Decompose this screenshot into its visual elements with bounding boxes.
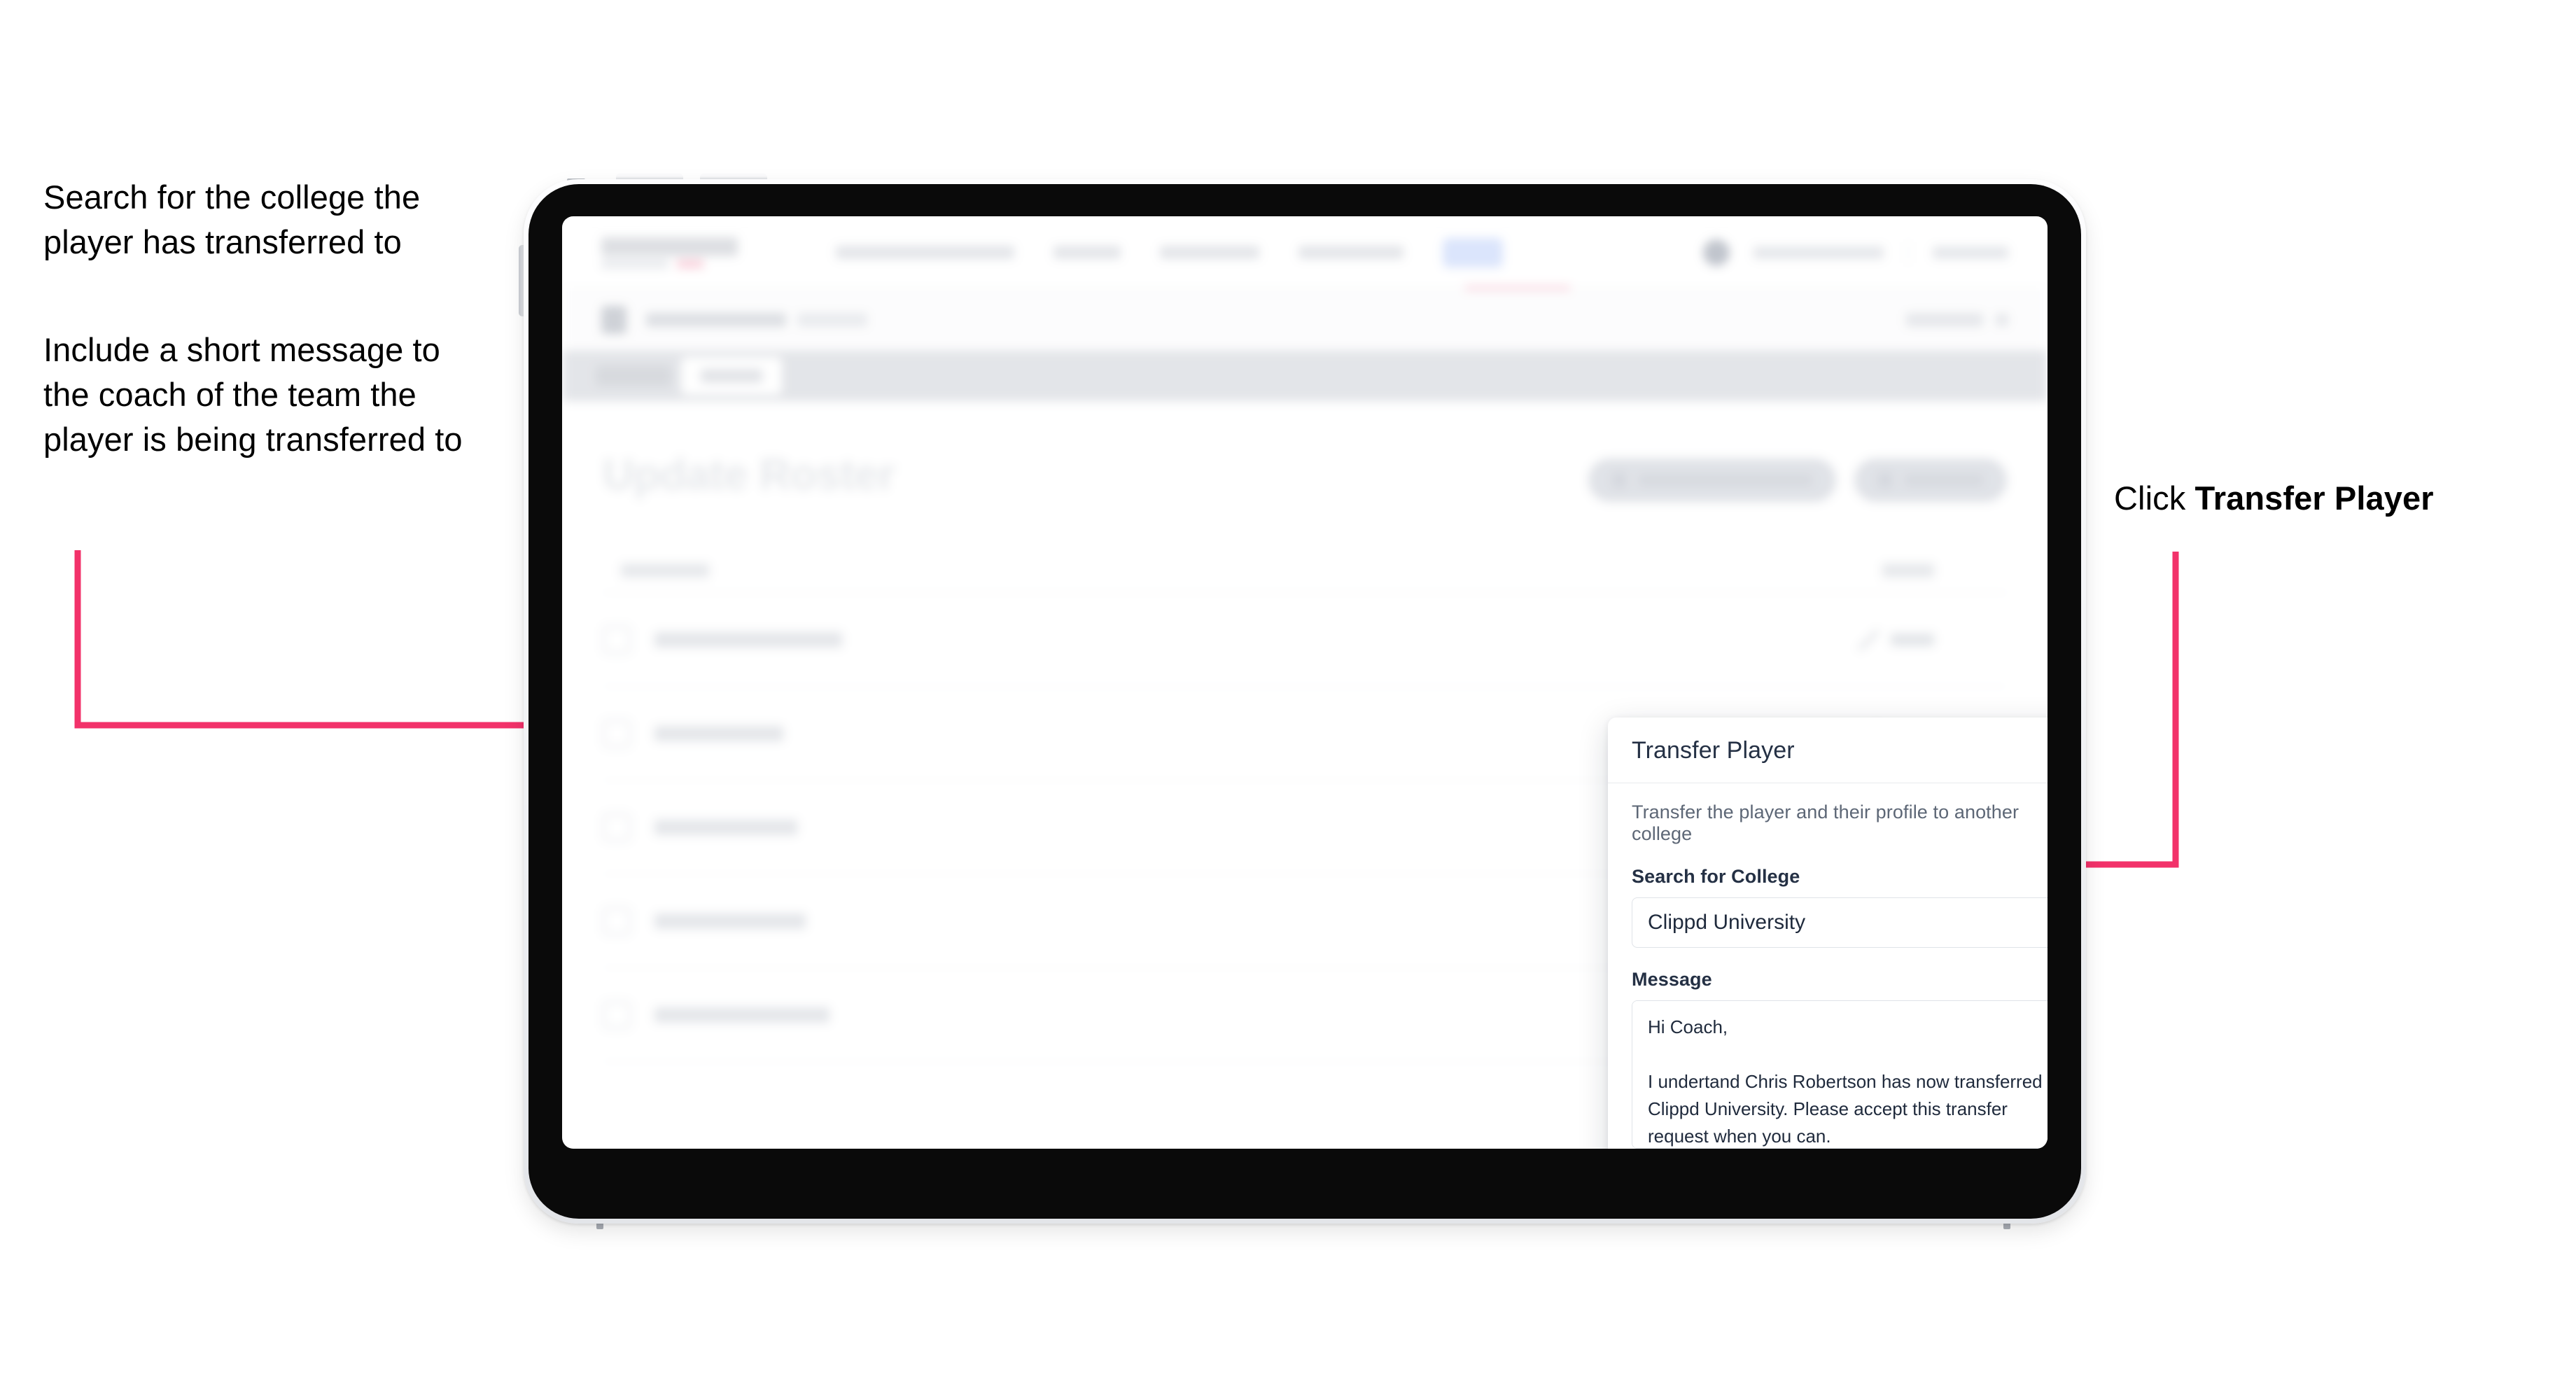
- add-player-button[interactable]: [1854, 458, 2007, 502]
- nav-item-tournaments[interactable]: [836, 246, 1014, 259]
- request-player-transfer-label: [1639, 475, 1812, 486]
- tab-roster[interactable]: [681, 357, 782, 395]
- sub-header-subtitle: [797, 312, 867, 327]
- player-name: [654, 1007, 830, 1023]
- row-checkbox[interactable]: [603, 625, 631, 654]
- message-textarea[interactable]: [1632, 1000, 2047, 1149]
- sub-header-title: [646, 312, 786, 327]
- player-name: [654, 631, 842, 648]
- row-checkbox[interactable]: [603, 719, 631, 748]
- annotation-right-click-transfer: Click Transfer Player: [2114, 476, 2548, 521]
- avatar[interactable]: [1703, 239, 1730, 266]
- row-edit-action[interactable]: [1857, 629, 1934, 650]
- app-tab-bar: [562, 351, 2047, 401]
- nav-right-cluster: [1703, 239, 2008, 266]
- nav-item-team[interactable]: [1054, 246, 1121, 259]
- brand-wordmark: [601, 237, 738, 256]
- transfer-icon: [1612, 472, 1626, 488]
- nav-item-analytics[interactable]: [1298, 246, 1404, 259]
- pencil-icon: [1857, 629, 1878, 650]
- page-header-row: Update Roster: [603, 450, 2007, 502]
- nav-sign-out[interactable]: [1933, 246, 2008, 259]
- app-sub-header: [562, 289, 2047, 351]
- request-player-transfer-button[interactable]: [1588, 458, 1836, 502]
- nav-item-rankings[interactable]: [1160, 246, 1259, 259]
- modal-title: Transfer Player: [1632, 737, 1795, 764]
- scoreboard-icon: [601, 305, 626, 334]
- brand-subtitle: [601, 259, 738, 268]
- add-player-label: [1905, 475, 1983, 486]
- search-college-label: Search for College: [1632, 866, 1800, 887]
- column-header-name: [621, 563, 709, 578]
- plus-icon: [1878, 472, 1892, 488]
- search-college-input[interactable]: [1632, 897, 2047, 948]
- annotation-right-prefix: Click: [2114, 479, 2195, 517]
- transfer-player-modal: Transfer Player Transfer the player and …: [1608, 718, 2047, 1149]
- modal-body: Transfer the player and their profile to…: [1608, 783, 2047, 1149]
- annotation-left-search-college: Search for the college the player has tr…: [43, 178, 421, 260]
- app-top-nav: [562, 216, 2047, 289]
- chevron-down-icon[interactable]: [1996, 313, 2008, 326]
- player-name: [654, 819, 797, 835]
- row-checkbox[interactable]: [603, 906, 631, 935]
- brand-subtitle-text: [601, 259, 668, 268]
- nav-item-admin-active[interactable]: [1443, 237, 1503, 267]
- sub-header-actions: [1906, 312, 2008, 327]
- nav-divider: [1907, 241, 1909, 263]
- screenshot-stage: Search for the college the player has tr…: [0, 0, 2576, 1386]
- player-name: [654, 913, 806, 929]
- row-checkbox[interactable]: [603, 1000, 631, 1029]
- page-title: Update Roster: [603, 451, 895, 499]
- nav-items: [836, 237, 1503, 267]
- brand-badge: [677, 259, 704, 268]
- brand-logo[interactable]: [601, 237, 738, 268]
- nav-active-underline: [1465, 286, 1570, 290]
- player-name: [654, 725, 783, 741]
- edit-label: [1891, 633, 1934, 646]
- tablet-screen: Update Roster Transfer Player Transfer t…: [562, 216, 2047, 1149]
- sub-header-cancel[interactable]: [1906, 312, 1983, 327]
- tablet-bezel: Update Roster Transfer Player Transfer t…: [528, 184, 2081, 1219]
- tablet-device-frame: Update Roster Transfer Player Transfer t…: [524, 179, 2086, 1224]
- modal-header: Transfer Player: [1608, 718, 2047, 783]
- row-checkbox[interactable]: [603, 813, 631, 841]
- tab-details[interactable]: [596, 365, 671, 386]
- column-header-edit: [1882, 563, 1934, 578]
- table-row[interactable]: [603, 593, 2007, 687]
- roster-list-header: [603, 548, 2007, 593]
- annotation-right-strong: Transfer Player: [2194, 479, 2434, 517]
- message-label: Message: [1632, 969, 1712, 990]
- page-header-buttons: [1588, 450, 2007, 502]
- modal-description: Transfer the player and their profile to…: [1632, 802, 2019, 844]
- nav-user-email: [1754, 246, 1884, 259]
- annotation-left-include-message: Include a short message to the coach of …: [43, 331, 463, 458]
